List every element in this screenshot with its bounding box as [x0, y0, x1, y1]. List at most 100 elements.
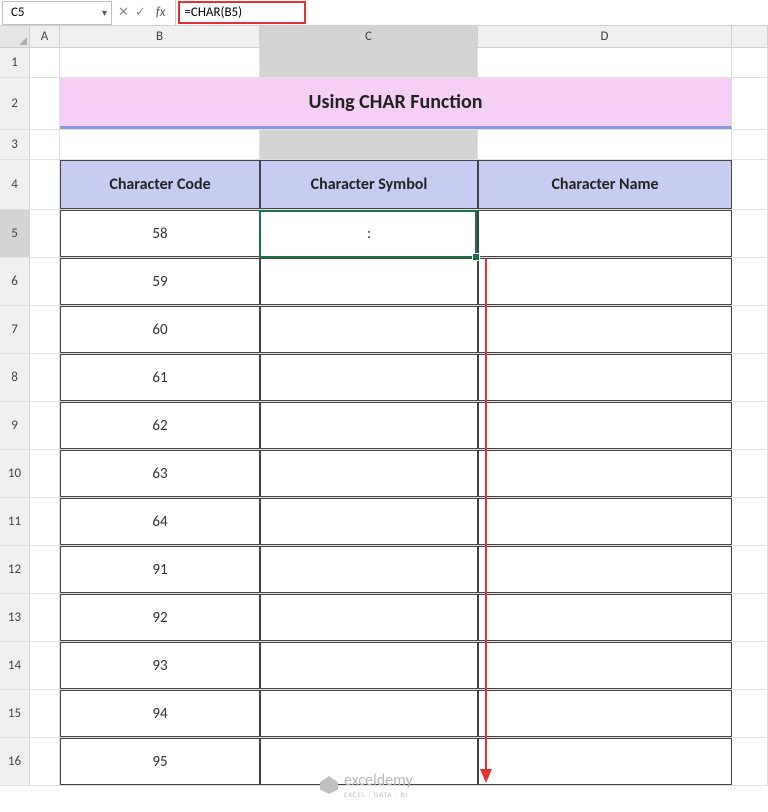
cell[interactable]: [30, 130, 60, 159]
data-cell-name[interactable]: [478, 690, 732, 737]
cell[interactable]: [30, 498, 60, 545]
data-cell-symbol[interactable]: [260, 450, 478, 497]
cell[interactable]: [732, 594, 768, 641]
cell[interactable]: [30, 450, 60, 497]
row-header-15[interactable]: 15: [0, 690, 30, 737]
cell[interactable]: [732, 498, 768, 545]
data-cell-symbol[interactable]: [260, 306, 478, 353]
cell[interactable]: [732, 354, 768, 401]
formula-input[interactable]: =CHAR(B5): [176, 0, 768, 25]
cell[interactable]: [732, 78, 768, 129]
cell[interactable]: [732, 160, 768, 209]
row-header-4[interactable]: 4: [0, 160, 30, 209]
row-header-1[interactable]: 1: [0, 48, 30, 77]
cell[interactable]: [732, 642, 768, 689]
cancel-icon[interactable]: ✕: [118, 5, 129, 20]
data-cell-code[interactable]: 61: [60, 354, 260, 401]
cell[interactable]: [30, 258, 60, 305]
data-cell-symbol[interactable]: [260, 642, 478, 689]
data-cell-name[interactable]: [478, 594, 732, 641]
data-cell-symbol[interactable]: [260, 546, 478, 593]
data-cell-name[interactable]: [478, 210, 732, 257]
data-cell-symbol[interactable]: [260, 498, 478, 545]
name-box-dropdown-icon[interactable]: ▾: [102, 6, 107, 19]
cell[interactable]: [60, 130, 260, 159]
cell[interactable]: [732, 546, 768, 593]
name-box[interactable]: C5 ▾: [2, 1, 112, 25]
cell[interactable]: [732, 48, 768, 77]
fx-icon[interactable]: fx: [152, 5, 170, 20]
cell[interactable]: [30, 738, 60, 785]
header-symbol[interactable]: Character Symbol: [260, 160, 478, 209]
data-cell-name[interactable]: [478, 498, 732, 545]
data-cell-name[interactable]: [478, 546, 732, 593]
data-cell-symbol[interactable]: [260, 258, 478, 305]
data-cell-code[interactable]: 63: [60, 450, 260, 497]
data-cell-code[interactable]: 64: [60, 498, 260, 545]
data-cell-code[interactable]: 93: [60, 642, 260, 689]
cell[interactable]: [30, 78, 60, 129]
col-header-B[interactable]: B: [60, 26, 260, 47]
row-header-2[interactable]: 2: [0, 78, 30, 129]
cell[interactable]: [732, 210, 768, 257]
data-cell-symbol[interactable]: :: [260, 210, 478, 257]
data-cell-code[interactable]: 58: [60, 210, 260, 257]
data-cell-name[interactable]: [478, 258, 732, 305]
cell[interactable]: [30, 160, 60, 209]
data-cell-symbol[interactable]: [260, 594, 478, 641]
data-cell-code[interactable]: 92: [60, 594, 260, 641]
row-header-13[interactable]: 13: [0, 594, 30, 641]
row-header-6[interactable]: 6: [0, 258, 30, 305]
col-header-C[interactable]: C: [260, 26, 478, 47]
header-name[interactable]: Character Name: [478, 160, 732, 209]
cell[interactable]: [260, 130, 478, 159]
data-cell-symbol[interactable]: [260, 690, 478, 737]
row-header-7[interactable]: 7: [0, 306, 30, 353]
row-header-8[interactable]: 8: [0, 354, 30, 401]
data-cell-name[interactable]: [478, 402, 732, 449]
cell[interactable]: [732, 402, 768, 449]
cell[interactable]: [30, 690, 60, 737]
cell[interactable]: [732, 258, 768, 305]
cell[interactable]: [732, 690, 768, 737]
data-cell-symbol[interactable]: [260, 402, 478, 449]
col-header-D[interactable]: D: [478, 26, 732, 47]
enter-icon[interactable]: ✓: [135, 5, 146, 20]
cell[interactable]: [30, 306, 60, 353]
data-cell-code[interactable]: 62: [60, 402, 260, 449]
col-header-E[interactable]: [732, 26, 768, 47]
cell[interactable]: [478, 130, 732, 159]
row-header-3[interactable]: 3: [0, 130, 30, 159]
cell[interactable]: [478, 48, 732, 77]
title-cell[interactable]: Using CHAR Function: [60, 78, 732, 129]
data-cell-name[interactable]: [478, 642, 732, 689]
cell[interactable]: [260, 48, 478, 77]
cell[interactable]: [732, 306, 768, 353]
header-code[interactable]: Character Code: [60, 160, 260, 209]
row-header-12[interactable]: 12: [0, 546, 30, 593]
data-cell-code[interactable]: 95: [60, 738, 260, 785]
col-header-A[interactable]: A: [30, 26, 60, 47]
data-cell-code[interactable]: 94: [60, 690, 260, 737]
data-cell-code[interactable]: 91: [60, 546, 260, 593]
cell[interactable]: [30, 594, 60, 641]
select-all-corner[interactable]: [0, 26, 30, 47]
cell[interactable]: [30, 402, 60, 449]
cell[interactable]: [30, 354, 60, 401]
cell[interactable]: [30, 642, 60, 689]
row-header-14[interactable]: 14: [0, 642, 30, 689]
data-cell-name[interactable]: [478, 306, 732, 353]
cell[interactable]: [732, 450, 768, 497]
data-cell-code[interactable]: 59: [60, 258, 260, 305]
cell[interactable]: [732, 130, 768, 159]
cell[interactable]: [30, 210, 60, 257]
row-header-9[interactable]: 9: [0, 402, 30, 449]
data-cell-name[interactable]: [478, 738, 732, 785]
cell[interactable]: [30, 546, 60, 593]
row-header-16[interactable]: 16: [0, 738, 30, 785]
data-cell-symbol[interactable]: [260, 354, 478, 401]
data-cell-name[interactable]: [478, 450, 732, 497]
row-header-11[interactable]: 11: [0, 498, 30, 545]
row-header-5[interactable]: 5: [0, 210, 30, 257]
cell[interactable]: [732, 738, 768, 785]
